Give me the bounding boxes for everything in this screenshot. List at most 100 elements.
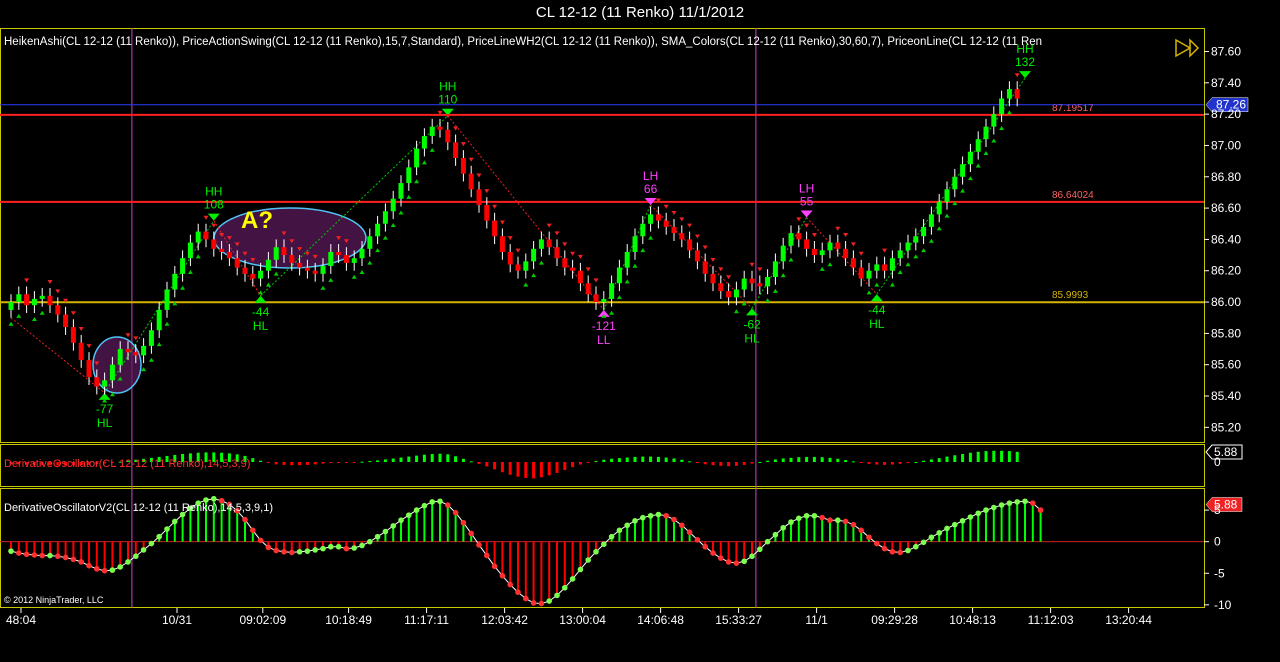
candle-body <box>811 248 817 256</box>
osc2-dot <box>944 525 950 532</box>
osc2-dot <box>133 553 139 560</box>
osc2-dot <box>367 538 373 545</box>
candle-body <box>375 223 381 237</box>
candle-body <box>546 239 552 248</box>
candle-body <box>765 277 771 287</box>
osc2-dot <box>710 550 716 556</box>
trend-marker <box>624 279 630 284</box>
osc2-dot <box>125 559 131 565</box>
candle-body <box>304 267 310 271</box>
trend-marker <box>156 342 162 347</box>
osc2-dot <box>406 512 412 518</box>
osc1-bar <box>719 462 723 466</box>
trend-marker <box>406 194 412 199</box>
osc2-dot <box>663 512 669 519</box>
osc2-dot <box>725 559 732 565</box>
candle-body <box>858 267 864 279</box>
candle-body <box>211 239 217 249</box>
osc1-bar <box>610 458 614 462</box>
trend-marker <box>1006 110 1012 115</box>
osc1-bar <box>984 451 988 462</box>
osc1-bar <box>500 462 504 473</box>
candle-body <box>70 327 76 343</box>
trend-marker <box>141 367 147 372</box>
candle-body <box>492 220 498 237</box>
osc1-bar <box>656 456 660 462</box>
osc2-dot <box>289 549 295 556</box>
price-tick-label: 85.40 <box>1211 389 1241 403</box>
trend-marker <box>788 257 794 262</box>
candle-body <box>195 231 201 243</box>
osc2-dot <box>164 526 170 532</box>
osc2-dot <box>1014 499 1020 505</box>
trend-marker <box>24 278 30 283</box>
swing-tag-1: HH <box>205 185 222 199</box>
osc2-dot <box>1030 500 1036 506</box>
candle-body <box>531 248 537 262</box>
osc2-dot <box>452 509 459 516</box>
trend-marker <box>55 289 61 294</box>
osc2-dot <box>593 548 599 555</box>
trend-marker <box>999 125 1005 130</box>
trend-marker <box>476 173 482 178</box>
candle-body <box>226 251 232 259</box>
trend-marker <box>375 248 381 253</box>
trend-marker <box>671 211 677 216</box>
osc1-bar <box>313 462 317 465</box>
swing-number-2: -44 <box>252 305 270 319</box>
trend-marker <box>8 321 14 326</box>
osc2-dot <box>858 527 864 534</box>
osc2-dot <box>850 521 857 528</box>
osc2-dot <box>616 527 623 534</box>
osc1-bar <box>266 462 270 463</box>
candle-body <box>336 251 342 256</box>
trend-marker <box>398 210 404 215</box>
trend-marker <box>921 248 927 253</box>
osc2-dot <box>827 517 833 524</box>
osc2-dot <box>546 598 552 604</box>
osc2-dot <box>484 552 490 559</box>
osc1-bar <box>625 457 629 462</box>
osc1-bar <box>305 462 309 465</box>
time-tick-label: 09:29:28 <box>871 613 918 627</box>
trend-marker <box>414 179 420 184</box>
osc2-dot <box>507 581 513 588</box>
candle-body <box>281 247 287 256</box>
osc2-dot <box>320 545 326 552</box>
trend-marker <box>874 282 880 287</box>
osc2-dot <box>47 552 53 559</box>
candle-body <box>796 233 802 240</box>
osc2-dot <box>702 543 708 550</box>
candle-body <box>889 258 895 271</box>
candle-body <box>390 198 396 212</box>
candle-body <box>320 266 326 274</box>
osc2-dot <box>913 543 919 550</box>
trend-marker <box>523 282 529 287</box>
price-tick-label: 86.00 <box>1211 295 1241 309</box>
candle-body <box>562 258 568 268</box>
candle-body <box>8 302 14 310</box>
chart-canvas[interactable]: 87.1951786.6402485.999387.26 -77HL108HH-… <box>0 0 1280 662</box>
trend-marker <box>468 157 474 162</box>
time-tick-label: 11:12:03 <box>1028 613 1074 627</box>
osc2-dot <box>889 548 896 555</box>
candle-body <box>921 226 927 237</box>
osc2-dot <box>655 511 662 518</box>
trend-marker <box>889 282 895 287</box>
osc2-dot <box>749 553 755 560</box>
osc2-dot <box>304 548 311 554</box>
osc1-bar <box>438 453 442 462</box>
trend-marker <box>203 215 209 220</box>
candle-body <box>468 173 474 190</box>
osc1-bar <box>399 457 403 462</box>
trend-marker <box>460 142 466 147</box>
candle-body <box>866 270 872 279</box>
osc2-dot <box>140 547 147 553</box>
osc1-bar <box>430 454 434 462</box>
osc2-dot <box>312 547 319 553</box>
osc2-dot <box>936 530 942 536</box>
osc1-bar <box>929 459 933 462</box>
osc2-dot <box>983 507 989 513</box>
trend-marker <box>694 234 700 239</box>
candle-body <box>437 126 443 130</box>
